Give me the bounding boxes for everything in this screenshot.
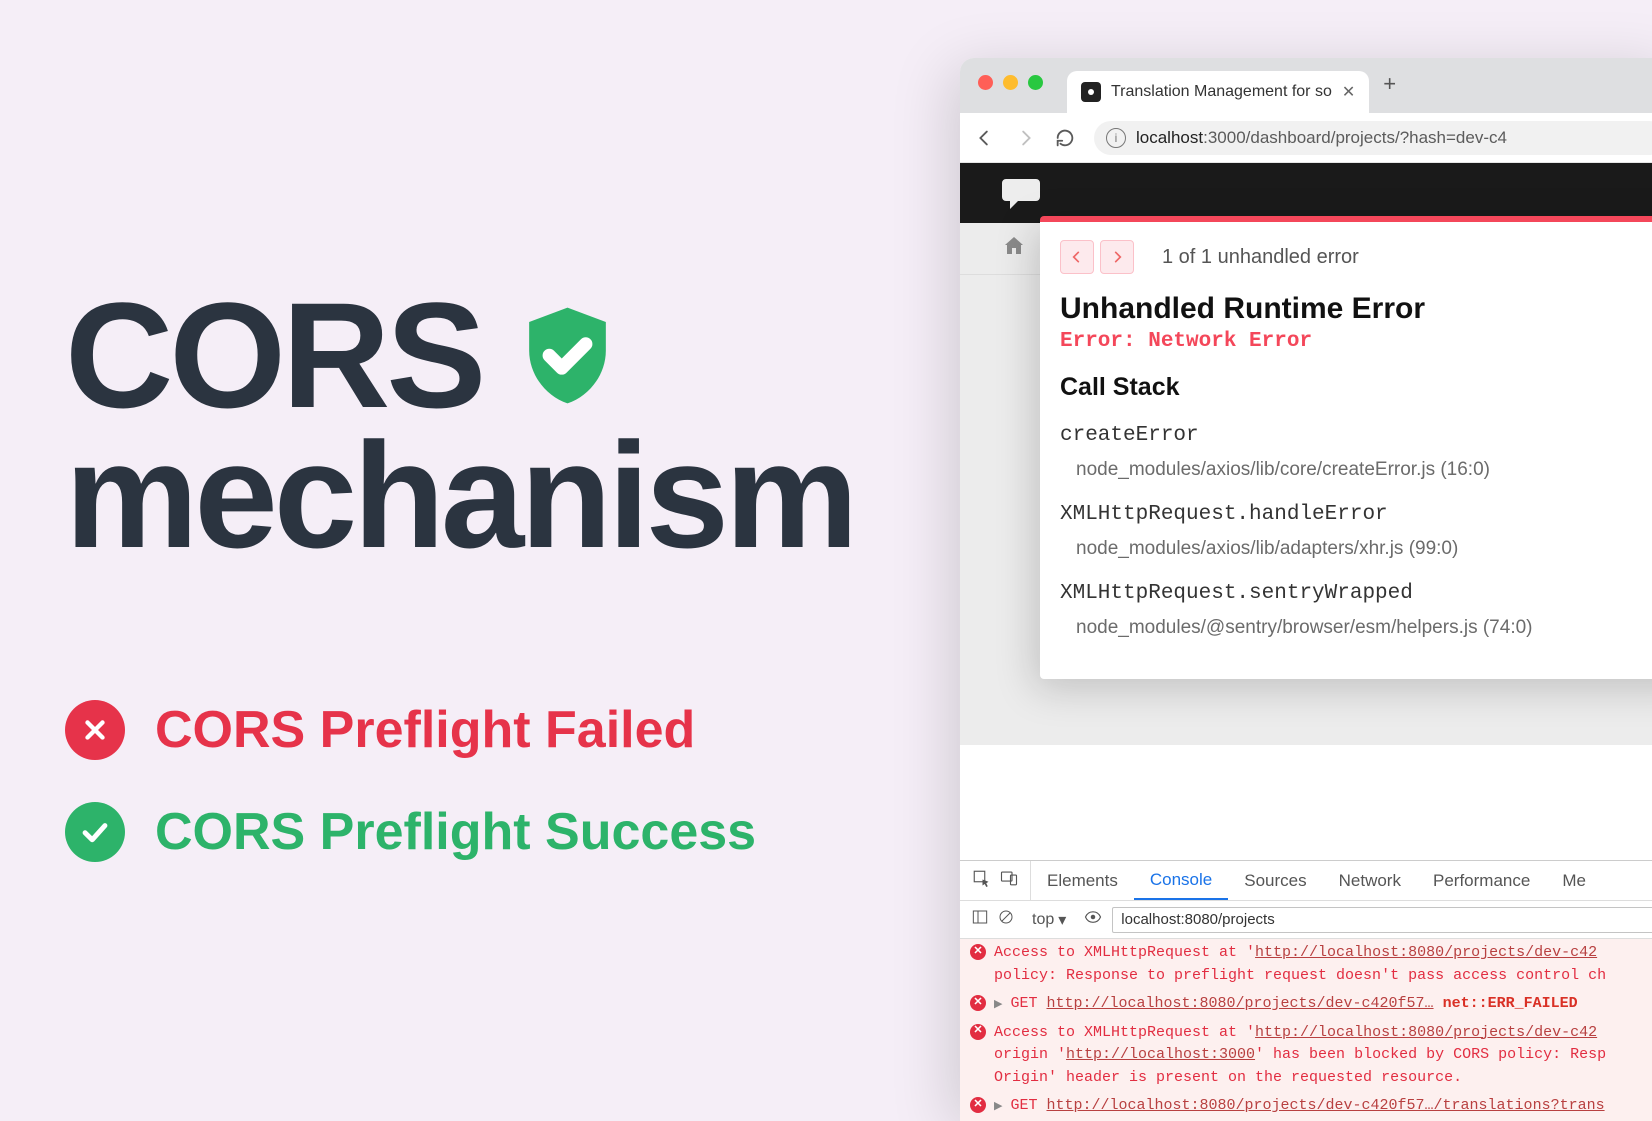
error-overlay: 1 of 1 unhandled error Unhandled Runtime… bbox=[1040, 216, 1652, 679]
stack-frame-fn: XMLHttpRequest.handleError bbox=[1040, 493, 1652, 530]
inspect-icon[interactable] bbox=[972, 869, 990, 892]
device-toggle-icon[interactable] bbox=[1000, 869, 1018, 892]
tab-network[interactable]: Network bbox=[1323, 861, 1417, 900]
console-error-row: ✕ Access to XMLHttpRequest at 'http://lo… bbox=[960, 939, 1652, 990]
console-error-row: ✕ ▶ GET http://localhost:8080/projects/d… bbox=[960, 1092, 1652, 1121]
new-tab-button[interactable]: + bbox=[1383, 71, 1396, 101]
live-expression-icon[interactable] bbox=[1084, 908, 1102, 931]
caret-icon[interactable]: ▶ bbox=[994, 997, 1002, 1014]
tab-console[interactable]: Console bbox=[1134, 861, 1228, 900]
tab-title: Translation Management for so bbox=[1111, 83, 1332, 101]
shield-check-icon bbox=[510, 298, 625, 413]
error-icon: ✕ bbox=[970, 944, 986, 960]
error-next-button[interactable] bbox=[1100, 240, 1134, 274]
console-sidebar-toggle-icon[interactable] bbox=[972, 909, 988, 930]
console-error-row: ✕ ▶ GET http://localhost:8080/projects/d… bbox=[960, 990, 1652, 1019]
stack-frame-loc: node_modules/axios/lib/core/createError.… bbox=[1040, 451, 1652, 493]
status-success-label: CORS Preflight Success bbox=[155, 802, 756, 862]
clear-console-icon[interactable] bbox=[998, 909, 1014, 930]
chevron-down-icon: ▾ bbox=[1058, 910, 1066, 930]
error-message: Error: Network Error bbox=[1040, 328, 1652, 369]
forward-button[interactable] bbox=[1014, 127, 1036, 149]
error-icon: ✕ bbox=[970, 1097, 986, 1113]
check-circle-icon bbox=[65, 802, 125, 862]
stack-frame-fn: XMLHttpRequest.sentryWrapped bbox=[1040, 572, 1652, 609]
error-icon: ✕ bbox=[970, 1024, 986, 1040]
url-host: localhost bbox=[1136, 128, 1203, 147]
title-line-2: mechanism bbox=[65, 420, 854, 570]
hero-section: CORS mechanism CORS Preflight Failed COR… bbox=[65, 280, 854, 904]
status-failed-label: CORS Preflight Failed bbox=[155, 700, 695, 760]
title-line-1: CORS bbox=[65, 280, 482, 430]
console-output: ✕ Access to XMLHttpRequest at 'http://lo… bbox=[960, 939, 1652, 1121]
status-failed-row: CORS Preflight Failed bbox=[65, 700, 854, 760]
tab-sources[interactable]: Sources bbox=[1228, 861, 1322, 900]
url-field[interactable]: i localhost:3000/dashboard/projects/?has… bbox=[1094, 121, 1652, 155]
window-maximize-button[interactable] bbox=[1028, 75, 1043, 90]
url-path: :3000/dashboard/projects/?hash=dev-c4 bbox=[1203, 128, 1507, 147]
site-info-icon[interactable]: i bbox=[1106, 128, 1126, 148]
window-minimize-button[interactable] bbox=[1003, 75, 1018, 90]
browser-toolbar: i localhost:3000/dashboard/projects/?has… bbox=[960, 113, 1652, 163]
app-header bbox=[960, 163, 1652, 223]
x-circle-icon bbox=[65, 700, 125, 760]
stack-frame-fn: createError bbox=[1040, 414, 1652, 451]
reload-button[interactable] bbox=[1054, 127, 1076, 149]
browser-tabstrip: Translation Management for so ✕ + bbox=[960, 58, 1652, 113]
devtools-tabs: Elements Console Sources Network Perform… bbox=[960, 861, 1652, 901]
tab-memory[interactable]: Me bbox=[1546, 861, 1602, 900]
error-prev-button[interactable] bbox=[1060, 240, 1094, 274]
window-close-button[interactable] bbox=[978, 75, 993, 90]
stack-frame-loc: node_modules/axios/lib/adapters/xhr.js (… bbox=[1040, 530, 1652, 572]
home-icon[interactable] bbox=[1002, 234, 1026, 263]
favicon-icon bbox=[1081, 82, 1101, 102]
error-count: 1 of 1 unhandled error bbox=[1162, 246, 1359, 269]
stack-frame-loc: node_modules/@sentry/browser/esm/helpers… bbox=[1040, 609, 1652, 651]
status-success-row: CORS Preflight Success bbox=[65, 802, 854, 862]
console-error-row: ✕ Access to XMLHttpRequest at 'http://lo… bbox=[960, 1019, 1652, 1093]
tab-performance[interactable]: Performance bbox=[1417, 861, 1546, 900]
caret-icon[interactable]: ▶ bbox=[994, 1099, 1002, 1116]
context-selector[interactable]: top ▾ bbox=[1024, 910, 1074, 930]
console-toolbar: top ▾ bbox=[960, 901, 1652, 939]
error-icon: ✕ bbox=[970, 995, 986, 1011]
console-filter-input[interactable] bbox=[1112, 907, 1652, 933]
error-title: Unhandled Runtime Error bbox=[1040, 288, 1652, 328]
back-button[interactable] bbox=[974, 127, 996, 149]
logo-icon bbox=[1000, 175, 1042, 211]
tab-close-icon[interactable]: ✕ bbox=[1342, 82, 1355, 102]
devtools-panel: Elements Console Sources Network Perform… bbox=[960, 860, 1652, 1121]
browser-tab[interactable]: Translation Management for so ✕ bbox=[1067, 71, 1369, 113]
tab-elements[interactable]: Elements bbox=[1031, 861, 1134, 900]
callstack-title: Call Stack bbox=[1040, 369, 1652, 414]
